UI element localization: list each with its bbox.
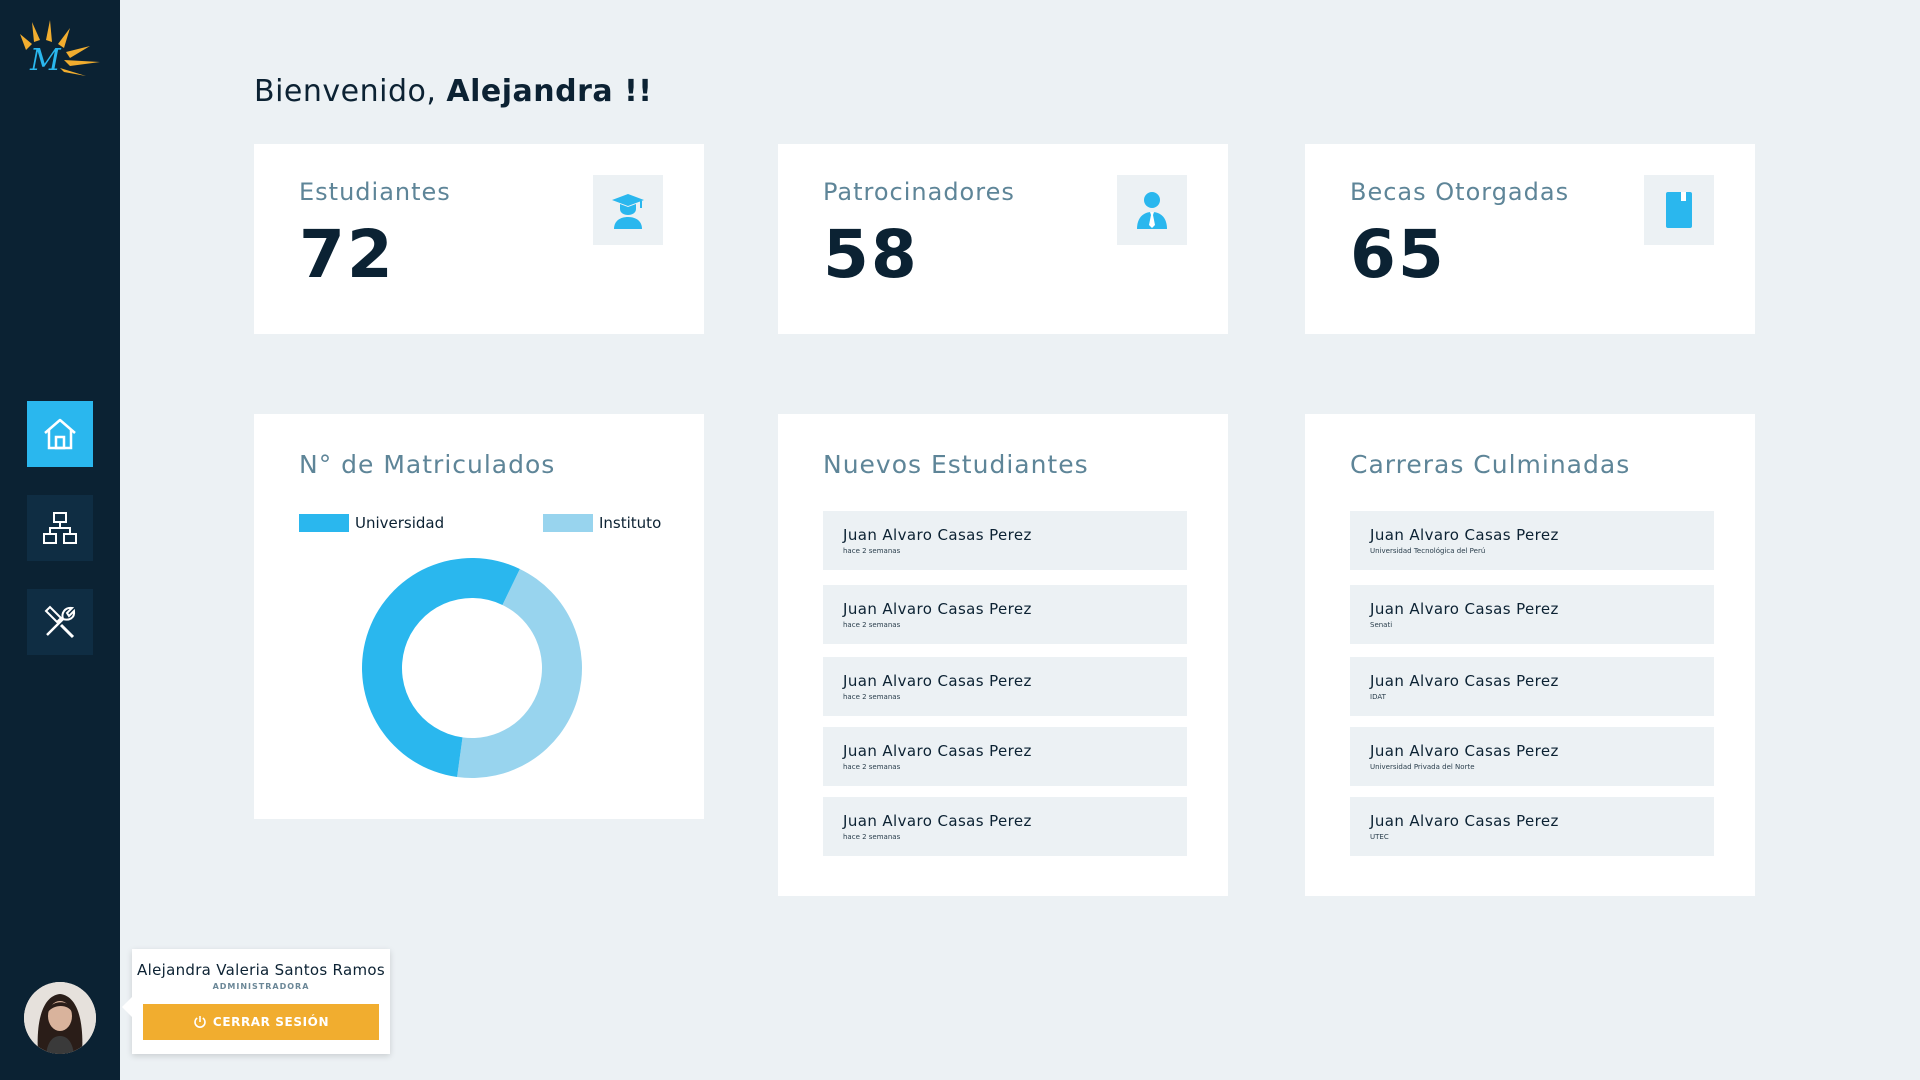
graduate-name: Juan Alvaro Casas Perez bbox=[1370, 812, 1559, 830]
sponsor-icon bbox=[1137, 192, 1167, 229]
stat-icon-box bbox=[593, 175, 663, 245]
welcome-heading: Bienvenido, Alejandra !! bbox=[254, 74, 652, 109]
list-item[interactable]: Juan Alvaro Casas Perez hace 2 semanas bbox=[823, 511, 1187, 570]
user-popup: Alejandra Valeria Santos Ramos ADMINISTR… bbox=[122, 949, 390, 1054]
panel-title: Carreras Culminadas bbox=[1350, 450, 1631, 479]
panel-title: Nuevos Estudiantes bbox=[823, 450, 1089, 479]
student-name: Juan Alvaro Casas Perez bbox=[843, 526, 1032, 544]
student-time: hace 2 semanas bbox=[843, 693, 901, 701]
list-item[interactable]: Juan Alvaro Casas Perez Universidad Priv… bbox=[1350, 727, 1714, 786]
stat-icon-box bbox=[1117, 175, 1187, 245]
stat-label: Patrocinadores bbox=[823, 178, 1015, 206]
student-time: hace 2 semanas bbox=[843, 621, 901, 629]
legend-item: Universidad bbox=[299, 514, 444, 532]
list-item[interactable]: Juan Alvaro Casas Perez Senati bbox=[1350, 585, 1714, 644]
stat-icon-box bbox=[1644, 175, 1714, 245]
user-avatar[interactable] bbox=[24, 982, 96, 1054]
legend-swatch bbox=[299, 514, 349, 532]
graduate-icon bbox=[612, 194, 644, 229]
list-item[interactable]: Juan Alvaro Casas Perez hace 2 semanas bbox=[823, 727, 1187, 786]
legend-swatch bbox=[543, 514, 593, 532]
tools-icon bbox=[44, 605, 76, 639]
nav-tools[interactable] bbox=[27, 589, 93, 655]
stat-value: 65 bbox=[1350, 216, 1446, 293]
institution-name: Senati bbox=[1370, 621, 1393, 629]
student-name: Juan Alvaro Casas Perez bbox=[843, 600, 1032, 618]
stat-value: 58 bbox=[823, 216, 919, 293]
panel-new-students: Nuevos Estudiantes Juan Alvaro Casas Per… bbox=[778, 414, 1228, 896]
graduate-name: Juan Alvaro Casas Perez bbox=[1370, 742, 1559, 760]
sidebar: M bbox=[0, 0, 120, 1080]
stat-label: Estudiantes bbox=[299, 178, 451, 206]
student-name: Juan Alvaro Casas Perez bbox=[843, 742, 1032, 760]
student-time: hace 2 semanas bbox=[843, 763, 901, 771]
graduate-name: Juan Alvaro Casas Perez bbox=[1370, 672, 1559, 690]
legend-label: Universidad bbox=[355, 514, 445, 532]
nav-organization[interactable] bbox=[27, 495, 93, 561]
user-name: Alejandra Valeria Santos Ramos bbox=[137, 961, 385, 979]
nav-home[interactable] bbox=[27, 401, 93, 467]
user-role: ADMINISTRADORA bbox=[212, 982, 310, 991]
svg-text:M: M bbox=[29, 43, 62, 76]
stat-card-sponsors: Patrocinadores 58 bbox=[778, 144, 1228, 334]
list-item[interactable]: Juan Alvaro Casas Perez Universidad Tecn… bbox=[1350, 511, 1714, 570]
list-item[interactable]: Juan Alvaro Casas Perez hace 2 semanas bbox=[823, 797, 1187, 856]
stat-label: Becas Otorgadas bbox=[1350, 178, 1570, 206]
power-icon bbox=[194, 1016, 206, 1028]
graduate-name: Juan Alvaro Casas Perez bbox=[1370, 600, 1559, 618]
home-icon bbox=[44, 418, 76, 450]
legend-item: Instituto bbox=[543, 514, 661, 532]
org-chart-icon bbox=[43, 512, 77, 544]
stat-card-students: Estudiantes 72 bbox=[254, 144, 704, 334]
logout-label: CERRAR SESIÓN bbox=[212, 1015, 330, 1029]
student-time: hace 2 semanas bbox=[843, 547, 901, 555]
greeting-prefix: Bienvenido, bbox=[254, 74, 447, 109]
legend-label: Instituto bbox=[599, 514, 662, 532]
stat-card-scholarships: Becas Otorgadas 65 bbox=[1305, 144, 1755, 334]
greeting-name: Alejandra !! bbox=[446, 74, 653, 109]
list-item[interactable]: Juan Alvaro Casas Perez IDAT bbox=[1350, 657, 1714, 716]
institution-name: Universidad Tecnológica del Perú bbox=[1370, 547, 1486, 555]
donut-slice-instituto bbox=[457, 568, 582, 778]
stat-value: 72 bbox=[299, 216, 395, 293]
institution-name: UTEC bbox=[1370, 833, 1389, 841]
panel-enrolled: N° de Matriculados Universidad Instituto bbox=[254, 414, 704, 819]
list-item[interactable]: Juan Alvaro Casas Perez hace 2 semanas bbox=[823, 585, 1187, 644]
student-time: hace 2 semanas bbox=[843, 833, 901, 841]
app-logo[interactable]: M bbox=[16, 16, 102, 78]
student-name: Juan Alvaro Casas Perez bbox=[843, 672, 1032, 690]
panel-title: N° de Matriculados bbox=[299, 450, 556, 479]
list-item[interactable]: Juan Alvaro Casas Perez hace 2 semanas bbox=[823, 657, 1187, 716]
graduate-name: Juan Alvaro Casas Perez bbox=[1370, 526, 1559, 544]
donut-chart bbox=[362, 558, 582, 778]
student-name: Juan Alvaro Casas Perez bbox=[843, 812, 1032, 830]
list-item[interactable]: Juan Alvaro Casas Perez UTEC bbox=[1350, 797, 1714, 856]
institution-name: IDAT bbox=[1370, 693, 1386, 701]
institution-name: Universidad Privada del Norte bbox=[1370, 763, 1475, 771]
book-icon bbox=[1666, 192, 1692, 228]
panel-completed-careers: Carreras Culminadas Juan Alvaro Casas Pe… bbox=[1305, 414, 1755, 896]
logout-button[interactable]: CERRAR SESIÓN bbox=[143, 1004, 379, 1040]
